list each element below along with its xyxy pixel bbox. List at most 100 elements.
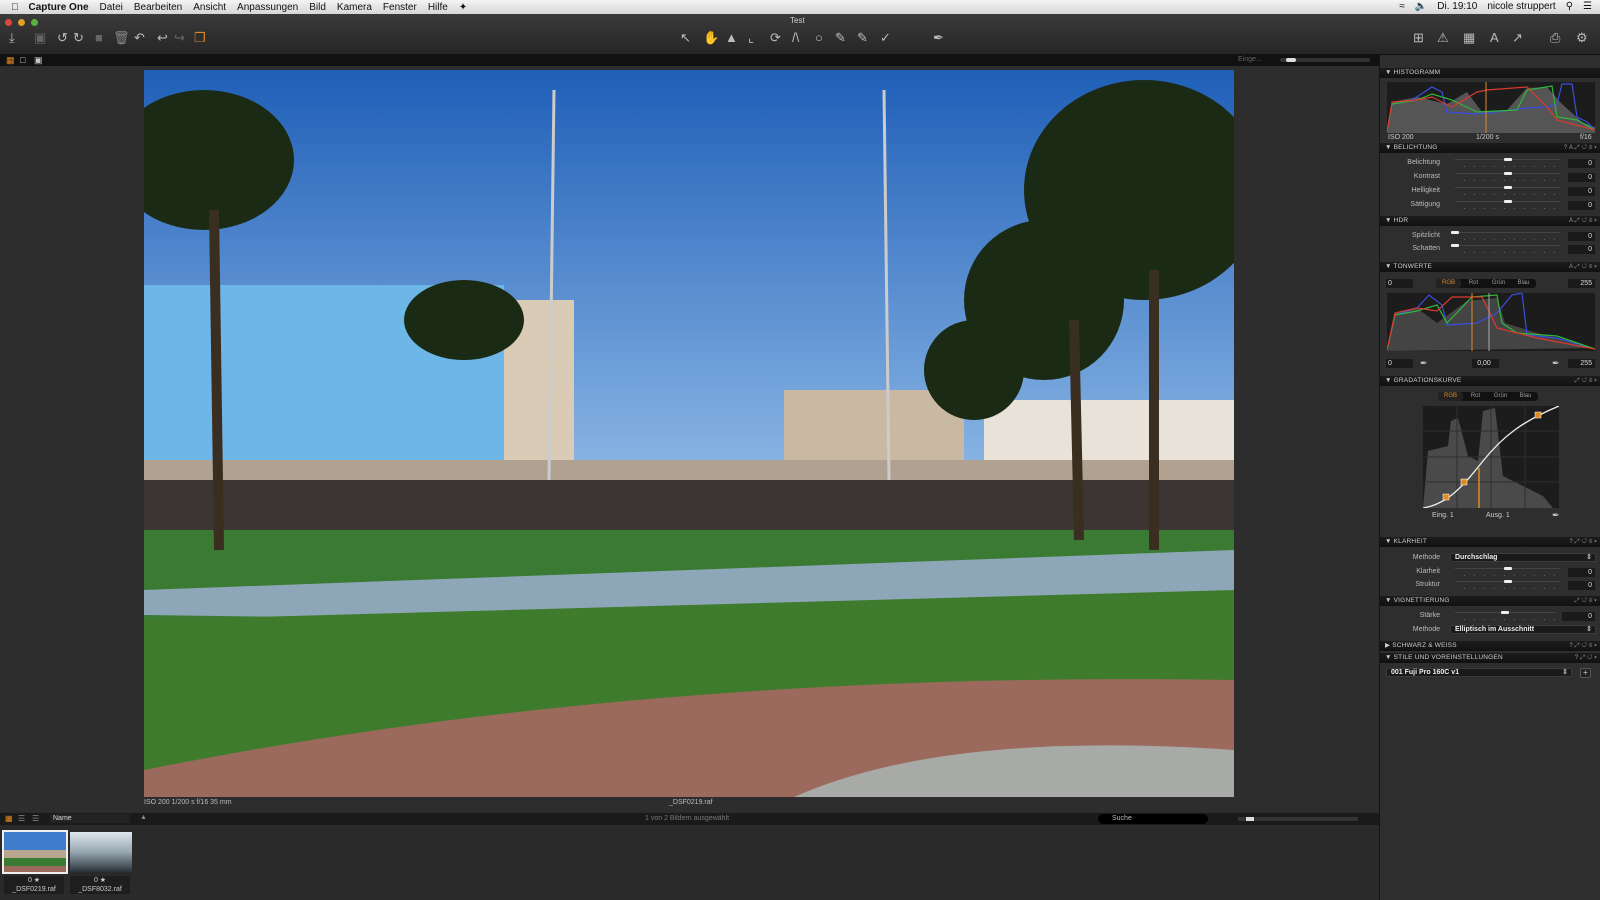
klarheit-value[interactable]: 0 [1568,568,1595,577]
keystone-tool-icon[interactable]: /\ [792,30,799,45]
text-icon[interactable]: A [1490,30,1499,45]
rotate-right-icon[interactable]: ↻ [73,30,84,46]
vignette-strength-slider[interactable] [1455,611,1555,620]
levels-tab-blue[interactable]: Blau [1511,279,1536,288]
thumbnail-rating[interactable]: 0 ★ [4,876,64,885]
clock[interactable]: Di. 19:10 [1437,1,1477,12]
select-tool-icon[interactable]: ↖ [680,30,691,46]
curve-picker-icon[interactable]: ✒ [1552,510,1560,521]
sort-select[interactable]: Name [50,814,130,823]
proof-icon[interactable]: ↗ [1512,30,1523,46]
slider-knob[interactable] [1503,172,1512,175]
wifi-icon[interactable]: ≈ [1399,1,1405,12]
main-photo[interactable] [144,70,1234,797]
crop-tool-icon[interactable]: ⌞ [748,30,754,46]
curve-graph[interactable] [1423,406,1559,508]
curve-tab-rgb[interactable]: RGB [1438,392,1463,401]
undo-icon[interactable]: ↩ [157,30,168,46]
helligkeit-value[interactable]: 0 [1568,187,1595,196]
styles-header[interactable]: ▼ STILE UND VOREINSTELLUNGEN? ⤢ ↺ ▾ [1380,653,1600,663]
search-input[interactable]: Suche [1098,814,1208,824]
sttigung-slider[interactable] [1455,200,1560,209]
trash-icon[interactable]: 🗑 [113,30,130,46]
styles-select[interactable]: 001 Fuji Pro 160C v1 ⇕ [1386,668,1572,677]
helligkeit-slider[interactable] [1455,186,1560,195]
notifications-icon[interactable]: ☰ [1583,1,1592,12]
zoom-slider[interactable] [1280,58,1370,62]
slider-knob[interactable] [1503,200,1512,203]
struktur-value[interactable]: 0 [1568,581,1595,590]
grid-icon[interactable]: ⊞ [1413,30,1424,46]
schatten-value[interactable]: 0 [1568,245,1595,254]
levels-header[interactable]: ▼ TONWERTE A ⤢ ↺ ≡ ▾ [1380,262,1600,272]
thumbnail-1[interactable] [2,830,68,874]
levels-tab-rgb[interactable]: RGB [1436,279,1461,288]
rotate-tool-icon[interactable]: ⟳ [770,30,781,46]
thumb-size-slider[interactable] [1238,817,1358,821]
exposure-header[interactable]: ▼ BELICHTUNG? A ⤢ ↺ ≡ ▾ [1380,143,1600,153]
clarity-method-select[interactable]: Durchschlag ⇕ [1450,553,1596,562]
curve-tab-green[interactable]: Grün [1488,392,1513,401]
redo-icon[interactable]: ↪ [174,30,185,46]
spotlight-icon[interactable]: ⚲ [1566,1,1573,12]
white-picker-icon[interactable]: ✒ [1552,358,1560,369]
volume-icon[interactable]: 🔈 [1415,1,1427,12]
spot-tool-icon[interactable]: ○ [815,30,823,45]
menu-anpassungen[interactable]: Anpassungen [237,2,298,13]
levels-output-low[interactable]: 0 [1386,359,1413,368]
detail-view-icon[interactable]: ☰ [32,814,39,823]
thumbnail-2[interactable] [68,830,134,874]
bw-header[interactable]: ▶ SCHWARZ & WEISS? ⤢ ↺ ≡ ▾ [1380,641,1600,651]
list-view-icon[interactable]: ☰ [18,814,25,823]
menu-fenster[interactable]: Fenster [383,2,417,13]
slider-knob[interactable] [1503,186,1512,189]
curve-header[interactable]: ▼ GRADATIONSKURVE ⤢ ↺ ≡ ▾ [1380,376,1600,386]
thumbnail-rating[interactable]: 0 ★ [70,876,130,885]
rotate-left-icon[interactable]: ↺ [57,30,68,46]
pan-tool-icon[interactable]: ✋ [703,30,719,46]
hdr-header[interactable]: ▼ HDR A ⤢ ↺ ≡ ▾ [1380,216,1600,226]
black-picker-icon[interactable]: ✒ [1420,358,1428,369]
menu-datei[interactable]: Datei [100,2,123,13]
kontrast-slider[interactable] [1455,172,1560,181]
minimize-button[interactable] [18,19,25,26]
menu-bild[interactable]: Bild [309,2,326,13]
levels-tab-red[interactable]: Rot [1461,279,1486,288]
zoom-button[interactable] [31,19,38,26]
slider-knob[interactable] [1501,611,1509,614]
picker-tool-icon[interactable]: ✓ [880,30,891,46]
add-style-button[interactable]: + [1580,668,1591,678]
slider-knob[interactable] [1451,231,1459,234]
menu-app[interactable]: Capture One [29,2,89,13]
vignette-header[interactable]: ▼ VIGNETTIERUNG ⤢ ↺ ≡ ▾ [1380,596,1600,606]
copy-apply-icon[interactable]: ❐ [194,30,206,46]
curve-tab-red[interactable]: Rot [1463,392,1488,401]
apple-icon[interactable]:  [11,2,19,13]
eraser-tool-icon[interactable]: ✎ [857,30,868,46]
brush-tool-icon[interactable]: ✎ [835,30,846,46]
compare-view-icon[interactable]: ▣ [34,55,43,66]
sort-direction-icon[interactable]: ▲ [140,814,147,821]
vignette-method-select[interactable]: Elliptisch im Ausschnitt ⇕ [1450,625,1596,634]
move-icon[interactable]: ■ [95,30,103,45]
belichtung-slider[interactable] [1455,158,1560,167]
levels-tab-green[interactable]: Grün [1486,279,1511,288]
slider-knob[interactable] [1503,580,1512,583]
menu-kamera[interactable]: Kamera [337,2,372,13]
script-icon[interactable]: ✦ [459,2,467,13]
single-view-icon[interactable]: □ [20,55,25,65]
belichtung-value[interactable]: 0 [1568,159,1595,168]
histogram-header[interactable]: ▼ HISTOGRAMM [1380,68,1600,78]
thumbnail-view-icon[interactable]: ▦ [5,814,13,823]
reset-icon[interactable]: ↶ [134,30,145,46]
curve-tab-blue[interactable]: Blau [1513,392,1538,401]
vignette-strength-value[interactable]: 0 [1562,612,1595,621]
color-picker-icon[interactable]: ✒ [933,30,944,46]
exposure-warning-icon[interactable]: ⚠ [1437,30,1449,46]
sttigung-value[interactable]: 0 [1568,201,1595,210]
levels-input-high[interactable]: 255 [1568,279,1595,288]
user-name[interactable]: nicole struppert [1487,1,1555,12]
slider-knob[interactable] [1503,158,1512,161]
levels-output-high[interactable]: 255 [1568,359,1595,368]
menu-hilfe[interactable]: Hilfe [428,2,448,13]
